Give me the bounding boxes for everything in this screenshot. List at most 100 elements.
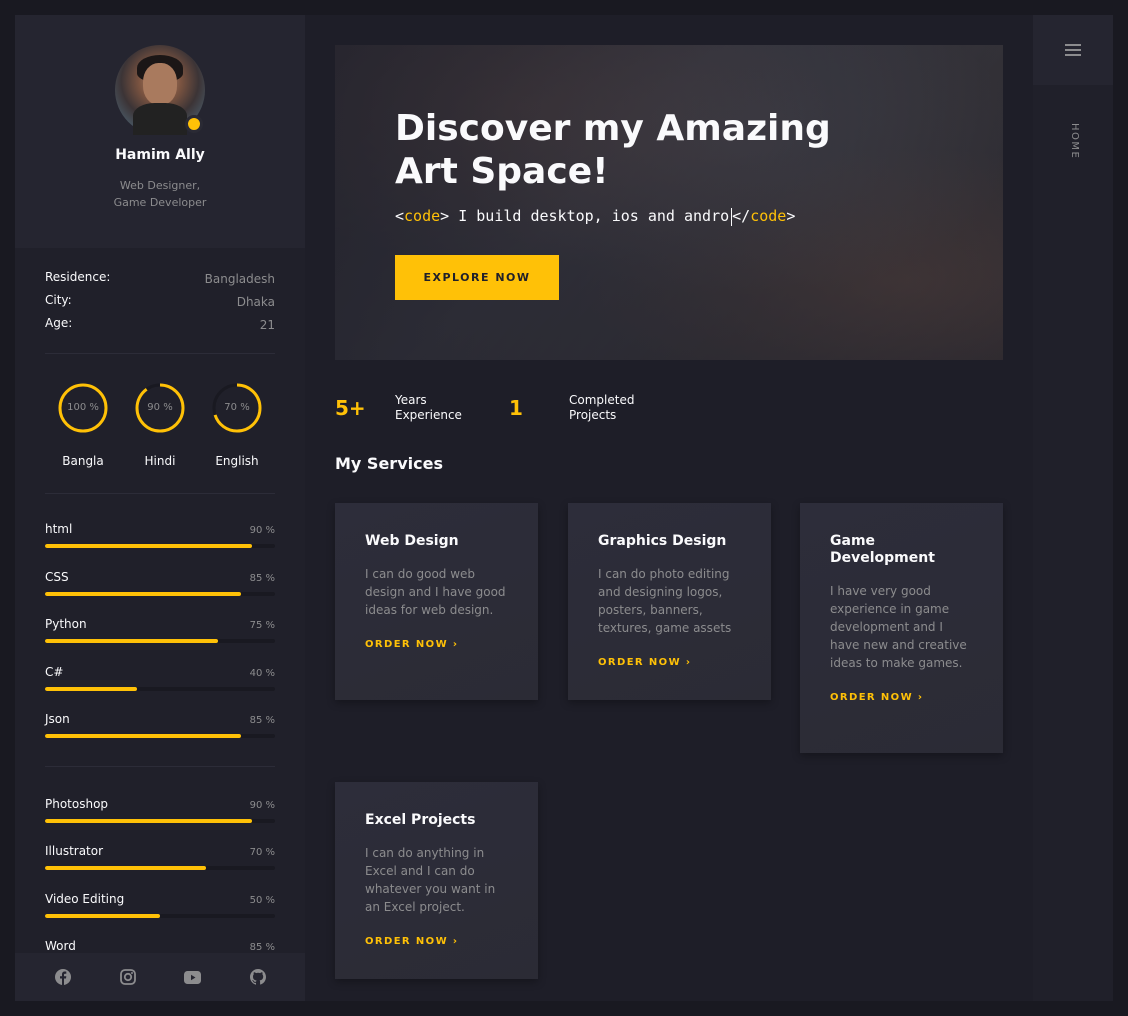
stat-label-line: Projects [569, 408, 617, 422]
skill-item: Illustrator 70 % [45, 844, 275, 892]
info-row-city: City: Dhaka [45, 293, 275, 316]
code-tag-open: code [404, 207, 441, 225]
chevron-right-icon: › [452, 639, 459, 650]
skill-progress-bar [45, 544, 275, 548]
skill-progress-bar [45, 686, 275, 691]
service-description: I can do good web design and I have good… [365, 567, 506, 617]
skill-progress-bar [45, 866, 275, 870]
service-description: I can do photo editing and designing log… [598, 567, 732, 635]
typing-cursor [731, 207, 733, 226]
github-icon[interactable] [249, 968, 267, 986]
info-key: Residence: [45, 270, 111, 284]
coding-skills: html 90 % CSS 85 % Python 75 % C# 40 % Json 85 % [15, 494, 305, 760]
hero-title-line: Discover my Amazing [395, 108, 831, 149]
skill-percent: 85 % [249, 715, 275, 726]
skill-percent: 90 % [249, 525, 275, 536]
chevron-right-icon: › [452, 936, 459, 947]
stat-label: Years Experience [395, 393, 509, 423]
explore-now-button[interactable]: EXPLORE NOW [395, 255, 559, 300]
stat-number: 1 [509, 396, 523, 420]
language-ring: 90 % [134, 382, 186, 434]
language-item: 90 % Hindi [122, 382, 198, 493]
skill-item: html 90 % [45, 522, 275, 570]
avatar[interactable] [115, 45, 205, 135]
info-key: Age: [45, 316, 73, 330]
service-card: Game Development I have very good experi… [800, 503, 1003, 753]
skill-percent: 50 % [249, 894, 275, 906]
chevron-right-icon: › [917, 692, 924, 703]
info-value: Dhaka [236, 295, 275, 309]
skill-percent: 40 % [249, 667, 275, 679]
skill-progress-fill [45, 866, 206, 870]
services-grid: Web Design I can do good web design and … [335, 503, 1003, 983]
skill-progress-fill [45, 913, 160, 918]
order-now-label: ORDER NOW [365, 936, 449, 947]
order-now-link[interactable]: ORDER NOW › [830, 692, 973, 703]
skill-progress-bar [45, 818, 275, 823]
language-percent: 70 % [224, 402, 250, 413]
stat-number: 5+ [335, 396, 366, 420]
service-title: Graphics Design [598, 533, 727, 549]
skill-percent: 75 % [249, 620, 275, 631]
skill-label: CSS [45, 569, 69, 584]
skill-label: Illustrator [45, 844, 104, 858]
skill-item: C# 40 % [45, 665, 275, 713]
skill-label: C# [45, 664, 64, 679]
skill-label: Python [45, 617, 87, 631]
language-ring: 100 % [57, 382, 109, 434]
service-description: I can do anything in Excel and I can do … [365, 846, 496, 914]
stat-label-line: Completed [569, 393, 635, 407]
hero-title: Discover my Amazing Art Space! [395, 107, 855, 193]
menu-toggle[interactable] [1033, 15, 1113, 85]
skill-percent: 70 % [249, 847, 275, 858]
skill-progress-fill [45, 591, 241, 596]
skill-item: Video Editing 50 % [45, 892, 275, 940]
app-frame: Hamim Ally Web Designer, Game Developer … [15, 15, 1113, 1001]
facebook-icon[interactable] [54, 968, 72, 986]
language-ring: 70 % [211, 382, 263, 434]
order-now-link[interactable]: ORDER NOW › [365, 936, 508, 947]
language-item: 100 % Bangla [45, 382, 121, 493]
right-nav: HOME [1033, 15, 1113, 1001]
profile-role-line: Web Designer, [119, 179, 201, 192]
language-label: English [215, 454, 259, 468]
stat-label-line: Years [395, 393, 427, 407]
profile-card: Hamim Ally Web Designer, Game Developer [15, 15, 305, 248]
sidebar: Hamim Ally Web Designer, Game Developer … [15, 15, 305, 1001]
service-description: I have very good experience in game deve… [830, 584, 967, 670]
stats-row: 5+ Years Experience 1 Completed Projects [335, 392, 1003, 424]
skill-percent: 85 % [249, 572, 275, 584]
language-percent: 100 % [67, 402, 99, 413]
social-links [15, 953, 305, 1001]
language-label: Bangla [62, 454, 104, 468]
service-title: Game Development [830, 533, 935, 566]
nav-home[interactable]: HOME [1060, 123, 1080, 163]
skill-progress-bar [45, 639, 275, 643]
youtube-icon[interactable] [184, 968, 202, 986]
language-item: 70 % English [199, 382, 275, 493]
order-now-label: ORDER NOW [365, 639, 449, 650]
order-now-link[interactable]: ORDER NOW › [598, 657, 741, 668]
skill-progress-fill [45, 544, 252, 548]
skill-progress-fill [45, 639, 218, 643]
service-card: Excel Projects I can do anything in Exce… [335, 782, 538, 979]
service-title: Excel Projects [365, 812, 476, 828]
services-title: My Services [335, 454, 443, 473]
online-status-dot [185, 115, 203, 133]
hero-title-line: Art Space! [395, 151, 609, 192]
language-label: Hindi [144, 454, 176, 468]
skill-label: Photoshop [45, 796, 109, 811]
language-percent: 90 % [147, 402, 173, 413]
stat-label: Completed Projects [569, 393, 634, 423]
order-now-link[interactable]: ORDER NOW › [365, 639, 508, 650]
skill-progress-bar [45, 591, 275, 596]
skill-label: html [45, 522, 73, 536]
instagram-icon[interactable] [119, 968, 137, 986]
skill-percent: 90 % [249, 799, 275, 811]
info-row-age: Age: 21 [45, 316, 275, 339]
stat-label-line: Experience [395, 408, 462, 422]
service-title: Web Design [365, 533, 459, 549]
info-key: City: [45, 293, 72, 307]
skill-progress-bar [45, 913, 275, 918]
skill-progress-fill [45, 818, 252, 823]
